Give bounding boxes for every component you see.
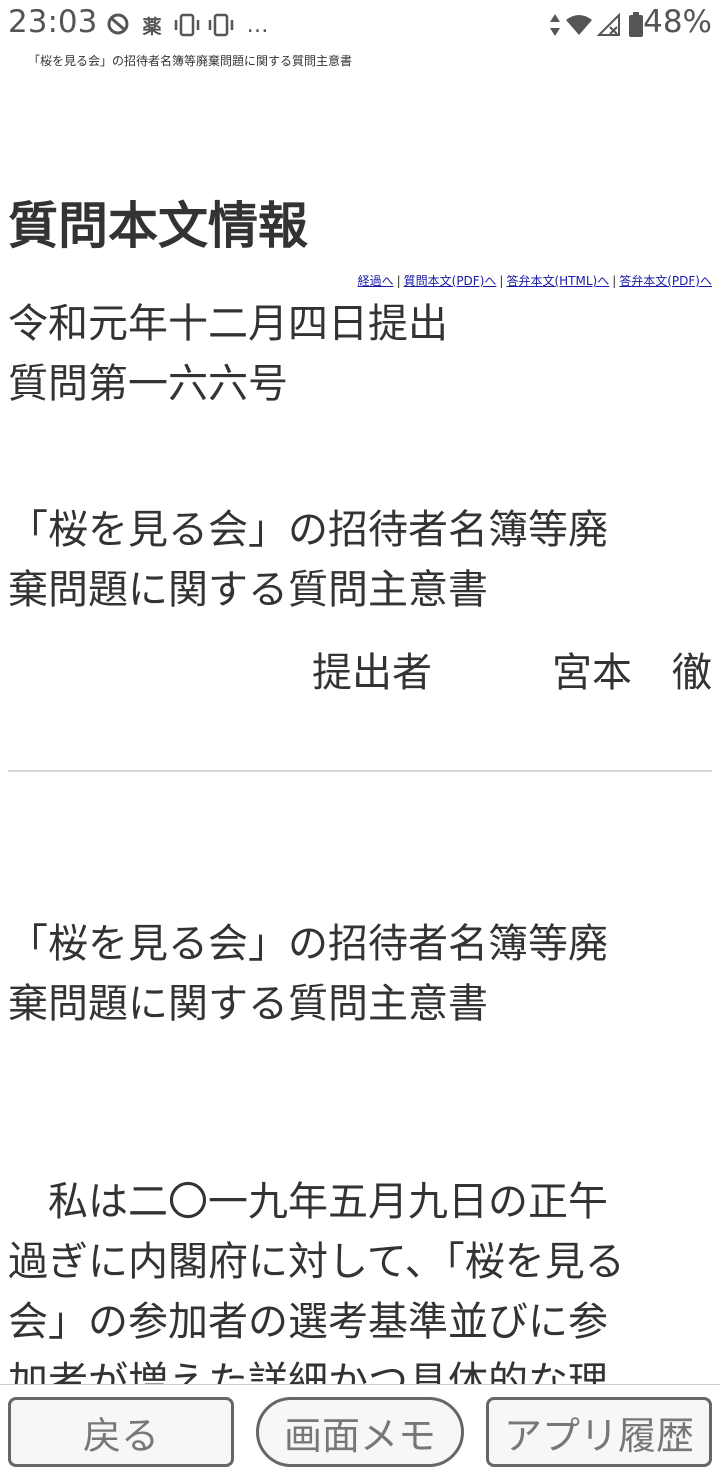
- divider: [8, 770, 712, 772]
- question-number: 質問第一六六号: [8, 361, 288, 407]
- document-title-small: 「桜を見る会」の招待者名簿等廃棄問題に関する質問主意書: [28, 54, 353, 68]
- title-line: 棄問題に関する質問主意書: [8, 981, 488, 1027]
- screen-memo-button[interactable]: 画面メモ: [256, 1397, 464, 1467]
- link-answer-pdf[interactable]: 答弁本文(PDF)へ: [619, 274, 712, 288]
- body-line: 過ぎに内閣府に対して、「桜を見る: [8, 1239, 625, 1285]
- wifi-icon: [565, 12, 593, 38]
- submission-date: 令和元年十二月四日提出: [8, 301, 448, 347]
- link-separator: |: [396, 274, 401, 288]
- link-separator: |: [499, 274, 504, 288]
- status-bar: 23:03 薬 … 48%: [0, 0, 720, 50]
- document-links: 経過へ | 質問本文(PDF)へ | 答弁本文(HTML)へ | 答弁本文(PDF)へ: [358, 272, 712, 289]
- body-line: 会」の参加者の選考基準並びに参: [8, 1299, 608, 1345]
- page-heading: 質問本文情報: [8, 197, 308, 255]
- document-header: 令和元年十二月四日提出 質問第一六六号: [8, 294, 713, 414]
- question-title: 「桜を見る会」の招待者名簿等廃 棄問題に関する質問主意書: [8, 500, 713, 620]
- data-transfer-icon: [548, 12, 562, 38]
- body-text-region: 私は二〇一九年五月九日の正午 過ぎに内閣府に対して、「桜を見る 会」の参加者の選…: [0, 1160, 720, 1384]
- bottom-toolbar: 戻る 画面メモ アプリ履歴: [0, 1384, 720, 1481]
- title-line: 「桜を見る会」の招待者名簿等廃: [8, 507, 608, 553]
- body-line: 私は二〇一九年五月九日の正午: [8, 1179, 608, 1225]
- link-answer-html[interactable]: 答弁本文(HTML)へ: [506, 274, 609, 288]
- app-history-button[interactable]: アプリ履歴: [486, 1397, 712, 1467]
- status-time: 23:03: [8, 4, 98, 40]
- blocked-app-icon: [104, 12, 132, 38]
- submitter: 提出者 宮本 徹: [312, 650, 712, 696]
- question-title-body: 「桜を見る会」の招待者名簿等廃 棄問題に関する質問主意書: [8, 914, 713, 1034]
- vibrate-icon: [174, 12, 200, 38]
- link-question-pdf[interactable]: 質問本文(PDF)へ: [404, 274, 497, 288]
- link-progress[interactable]: 経過へ: [358, 274, 394, 288]
- battery-percentage: 48%: [643, 4, 712, 40]
- no-signal-icon: [597, 12, 621, 38]
- back-button[interactable]: 戻る: [8, 1397, 234, 1467]
- title-line: 棄問題に関する質問主意書: [8, 567, 488, 613]
- more-notifications-icon: …: [246, 12, 270, 38]
- title-line: 「桜を見る会」の招待者名簿等廃: [8, 921, 608, 967]
- body-line: 加者が増えた詳細かつ具体的な理: [8, 1359, 608, 1384]
- question-body: 私は二〇一九年五月九日の正午 過ぎに内閣府に対して、「桜を見る 会」の参加者の選…: [8, 1172, 713, 1384]
- link-separator: |: [612, 274, 617, 288]
- vibrate-icon: [208, 12, 234, 38]
- medicine-notification-icon: 薬: [142, 15, 162, 38]
